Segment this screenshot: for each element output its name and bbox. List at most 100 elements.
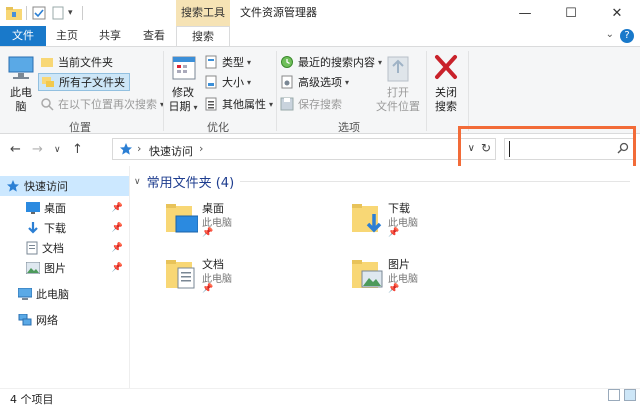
- search-again-button[interactable]: 在以下位置再次搜索 ▾: [40, 95, 164, 113]
- folder-location: 此电脑: [388, 218, 418, 229]
- up-icon[interactable]: ↑: [72, 142, 83, 157]
- computer-icon: [5, 53, 37, 83]
- this-pc-button[interactable]: 此电 脑: [4, 53, 38, 114]
- recent-locations-icon[interactable]: ∨: [54, 145, 61, 155]
- nav-quick-access-label: 快速访问: [24, 180, 68, 193]
- nav-network-label: 网络: [36, 314, 58, 327]
- quick-access-separator-icon: [82, 6, 83, 20]
- pin-icon: 📌: [388, 228, 400, 238]
- expand-ribbon-icon[interactable]: ⌄: [606, 29, 614, 40]
- nav-item-documents[interactable]: 文档 📌: [0, 238, 129, 258]
- close-search-button[interactable]: 关闭 搜索: [428, 53, 464, 114]
- frequent-folders-header[interactable]: ∨ 常用文件夹 (4): [134, 172, 234, 191]
- chevron-down-icon: ∨: [134, 176, 141, 187]
- date-modified-text: 修改 日期: [168, 86, 194, 113]
- pin-icon[interactable]: 📌: [112, 223, 123, 233]
- chevron-down-icon: ▾: [193, 103, 198, 112]
- recent-searches-button[interactable]: 最近的搜索内容 ▾: [280, 53, 382, 71]
- options-group-label: 选项: [338, 121, 360, 134]
- search-tools-context-title: 搜索工具: [176, 0, 230, 26]
- documents-folder-icon: [166, 258, 198, 295]
- nav-network[interactable]: 网络: [0, 310, 129, 330]
- breadcrumb-quick-access[interactable]: 快速访问: [149, 143, 193, 159]
- address-bar[interactable]: › 快速访问 › ∨ ↻: [112, 138, 496, 160]
- nav-item-downloads[interactable]: 下载 📌: [0, 218, 129, 238]
- nav-item-desktop[interactable]: 桌面 📌: [0, 198, 129, 218]
- breadcrumb-separator: ›: [137, 142, 142, 155]
- date-modified-button[interactable]: 修改 日期 ▾: [166, 53, 200, 115]
- all-subfolders-button[interactable]: 所有子文件夹: [38, 73, 130, 91]
- maximize-button[interactable]: ☐: [548, 0, 594, 26]
- minimize-button[interactable]: —: [502, 0, 548, 26]
- all-subfolders-label: 所有子文件夹: [59, 76, 125, 89]
- pin-icon[interactable]: 📌: [112, 243, 123, 253]
- nav-quick-access[interactable]: 快速访问: [0, 176, 129, 196]
- nav-this-pc-label: 此电脑: [36, 288, 69, 301]
- open-file-location-button[interactable]: 打开 文件位置: [376, 53, 420, 114]
- this-pc-label: 此电 脑: [10, 86, 32, 113]
- folder-tile-desktop[interactable]: 桌面 此电脑 📌: [166, 200, 346, 252]
- search-again-label: 在以下位置再次搜索: [58, 98, 157, 111]
- tab-view[interactable]: 查看: [132, 26, 176, 46]
- tab-file[interactable]: 文件: [0, 26, 46, 46]
- nav-this-pc[interactable]: 此电脑: [0, 284, 129, 304]
- close-search-label: 关闭 搜索: [435, 86, 457, 113]
- search-icon: [40, 97, 54, 111]
- location-group-label: 位置: [69, 121, 91, 134]
- minimize-icon: —: [518, 5, 532, 21]
- pin-icon[interactable]: 📌: [112, 203, 123, 213]
- nav-item-label: 文档: [42, 242, 64, 255]
- title-bar: ▾ 搜索工具 文件资源管理器 — ☐ ✕: [0, 0, 640, 26]
- folder-tile-documents[interactable]: 文档 此电脑 📌: [166, 256, 346, 308]
- pin-icon[interactable]: 📌: [112, 263, 123, 273]
- size-button[interactable]: 大小 ▾: [204, 73, 251, 91]
- chevron-down-icon: ▾: [247, 57, 252, 67]
- pin-icon: 📌: [202, 284, 214, 294]
- size-icon: [204, 75, 218, 89]
- current-folder-button[interactable]: 当前文件夹: [40, 53, 113, 71]
- folder-icon: [6, 6, 22, 20]
- date-modified-label: 修改 日期 ▾: [168, 86, 197, 115]
- folder-location: 此电脑: [388, 274, 418, 285]
- other-properties-label: 其他属性: [222, 98, 266, 111]
- group-divider: [163, 51, 164, 131]
- folder-tile-pictures[interactable]: 图片 此电脑 📌: [352, 256, 532, 308]
- nav-item-label: 下载: [44, 222, 66, 235]
- properties-icon: [204, 97, 218, 111]
- other-properties-button[interactable]: 其他属性 ▾: [204, 95, 273, 113]
- kind-icon: [204, 55, 218, 69]
- close-icon: [430, 53, 462, 83]
- back-icon[interactable]: ←: [10, 142, 21, 157]
- tab-share[interactable]: 共享: [88, 26, 132, 46]
- nav-item-pictures[interactable]: 图片 📌: [0, 258, 129, 278]
- group-divider: [426, 51, 427, 131]
- kind-button[interactable]: 类型 ▾: [204, 53, 251, 71]
- new-folder-icon[interactable]: [52, 6, 64, 20]
- current-folder-label: 当前文件夹: [58, 56, 113, 69]
- pictures-folder-icon: [352, 258, 384, 295]
- details-view-icon[interactable]: [608, 389, 620, 401]
- breadcrumb-separator: ›: [199, 142, 204, 155]
- kind-label: 类型: [222, 56, 244, 69]
- frequent-folders-label: 常用文件夹 (4): [146, 176, 235, 191]
- refine-group-label: 优化: [207, 121, 229, 134]
- tiles-view-icon[interactable]: [624, 389, 636, 401]
- group-divider: [468, 51, 469, 131]
- desktop-folder-icon: [166, 202, 199, 239]
- folder-tile-downloads[interactable]: 下载 此电脑 📌: [352, 200, 532, 252]
- advanced-options-button[interactable]: 高级选项 ▾: [280, 73, 349, 91]
- computer-icon: [18, 288, 32, 300]
- save-search-button[interactable]: 保存搜索: [280, 95, 342, 113]
- recent-searches-label: 最近的搜索内容: [298, 56, 375, 69]
- download-icon: [26, 221, 40, 235]
- pin-icon: 📌: [202, 228, 214, 238]
- forward-icon[interactable]: →: [32, 142, 43, 157]
- tab-search[interactable]: 搜索: [176, 26, 230, 47]
- help-icon[interactable]: ?: [620, 29, 634, 43]
- item-count: 4 个项目: [10, 393, 54, 406]
- properties-icon[interactable]: [32, 6, 46, 20]
- group-divider: [276, 51, 277, 131]
- customize-qat-icon[interactable]: ▾: [68, 6, 78, 20]
- tab-home[interactable]: 主页: [46, 26, 88, 46]
- close-window-button[interactable]: ✕: [594, 0, 640, 26]
